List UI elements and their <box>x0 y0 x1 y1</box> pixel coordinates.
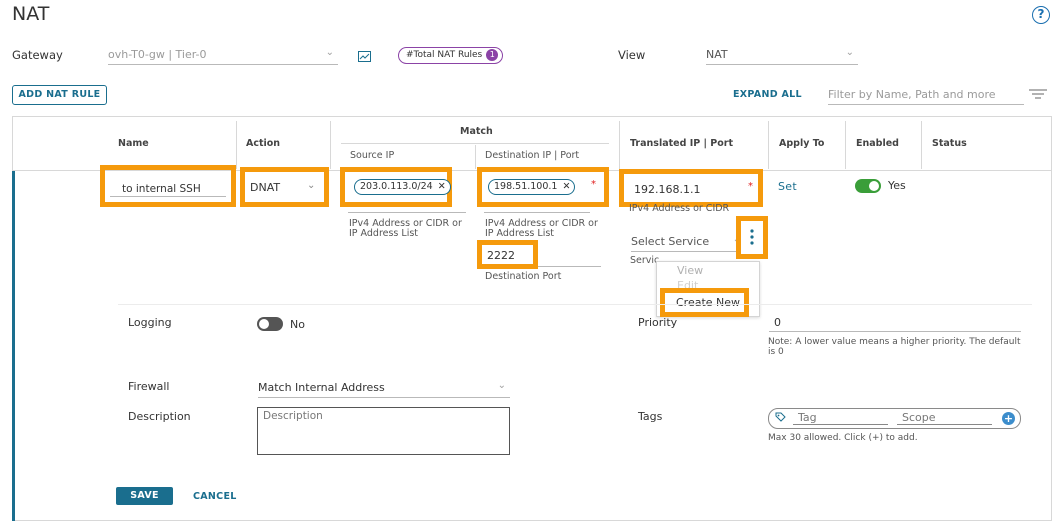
filter-input[interactable]: Filter by Name, Path and more <box>828 88 1024 105</box>
destination-hint: IPv4 Address or CIDR or IP Address List <box>485 218 598 239</box>
column-header-destination: Destination IP | Port <box>485 150 580 161</box>
source-underline <box>348 212 466 213</box>
page-title: NAT <box>12 3 50 25</box>
menu-item-create-new[interactable]: Create New <box>665 293 744 312</box>
action-select[interactable]: DNAT ⌄ <box>245 172 324 202</box>
source-ip-chip[interactable]: 203.0.113.0/24 ✕ <box>354 179 451 195</box>
expanded-row-indicator <box>12 171 15 521</box>
description-label: Description <box>128 410 191 423</box>
required-mark: * <box>591 179 596 190</box>
vertical-dots-icon <box>750 229 754 245</box>
close-icon[interactable]: ✕ <box>562 181 570 192</box>
total-nat-rules-badge[interactable]: #Total NAT Rules 1 <box>398 47 504 64</box>
firewall-label: Firewall <box>128 380 170 393</box>
details-divider <box>118 304 1032 305</box>
source-ip-value: 203.0.113.0/24 <box>360 181 433 192</box>
expand-all-button[interactable]: EXPAND ALL <box>733 89 802 100</box>
view-value: NAT <box>706 48 728 61</box>
filter-lines-icon[interactable] <box>1029 88 1047 100</box>
column-header-enabled: Enabled <box>856 138 899 149</box>
help-icon[interactable]: ? <box>1032 6 1050 24</box>
column-header-match: Match <box>460 126 493 137</box>
translated-hint: IPv4 Address or CIDR <box>629 203 730 214</box>
view-select[interactable]: NAT ⌄ <box>706 47 858 65</box>
description-textarea[interactable]: Description <box>257 407 510 455</box>
service-label: Servic <box>630 255 660 266</box>
firewall-select[interactable]: Match Internal Address ⌄ <box>258 380 510 398</box>
source-ip-input[interactable]: 203.0.113.0/24 ✕ <box>345 172 451 202</box>
chevron-down-icon: ⌄ <box>845 47 854 58</box>
service-select[interactable]: Select Service ⌄ <box>631 234 741 252</box>
priority-input[interactable]: 0 <box>769 316 1021 332</box>
column-header-source-ip: Source IP <box>350 150 395 161</box>
destination-underline <box>484 212 590 213</box>
column-header-status: Status <box>932 138 967 149</box>
column-header-apply-to: Apply To <box>779 138 825 149</box>
chevron-down-icon: ⌄ <box>497 380 506 391</box>
tags-note: Max 30 allowed. Click (+) to add. <box>768 433 918 443</box>
source-hint: IPv4 Address or CIDR or IP Address List <box>349 218 462 239</box>
gateway-value: ovh-T0-gw | Tier-0 <box>108 48 207 61</box>
destination-ip-input[interactable]: 198.51.100.1 ✕ * <box>482 172 604 202</box>
logging-toggle[interactable] <box>257 317 283 331</box>
logging-value: No <box>290 318 305 331</box>
column-divider <box>236 121 237 169</box>
firewall-value: Match Internal Address <box>258 381 385 394</box>
destination-port-label: Destination Port <box>485 271 562 282</box>
scope-input[interactable]: Scope <box>897 411 992 425</box>
close-icon[interactable]: ✕ <box>438 181 446 192</box>
column-divider <box>475 145 476 169</box>
chart-icon[interactable] <box>358 51 371 62</box>
column-divider <box>619 121 620 169</box>
action-value: DNAT <box>250 181 281 194</box>
enabled-toggle[interactable] <box>855 179 881 193</box>
service-value: Select Service <box>631 235 710 248</box>
destination-ip-chip[interactable]: 198.51.100.1 ✕ <box>488 179 576 195</box>
total-rules-label: #Total NAT Rules <box>406 50 483 60</box>
tags-label: Tags <box>638 410 663 423</box>
add-tag-icon[interactable]: + <box>1002 412 1015 425</box>
required-mark: * <box>748 181 753 192</box>
more-options-button[interactable] <box>741 221 763 254</box>
column-header-action: Action <box>246 138 281 149</box>
rule-name-input[interactable]: to internal SSH <box>110 175 226 197</box>
destination-port-input[interactable]: 2222 <box>482 245 533 264</box>
gateway-select[interactable]: ovh-T0-gw | Tier-0 ⌄ <box>108 47 338 65</box>
chevron-down-icon: ⌄ <box>307 180 316 191</box>
tag-icon <box>775 412 786 426</box>
chevron-down-icon: ⌄ <box>325 47 334 58</box>
add-nat-rule-button[interactable]: ADD NAT RULE <box>12 85 107 105</box>
priority-note: Note: A lower value means a higher prior… <box>768 337 1021 357</box>
translated-ip-input[interactable]: 192.168.1.1 * <box>624 174 758 202</box>
tags-input[interactable]: Tag Scope + <box>768 408 1021 429</box>
column-divider <box>768 121 769 169</box>
menu-item-view[interactable]: View <box>677 264 703 277</box>
total-rules-count: 1 <box>486 49 499 61</box>
view-label: View <box>618 48 646 62</box>
gateway-label: Gateway <box>12 48 63 62</box>
priority-label: Priority <box>638 316 678 329</box>
column-divider <box>330 121 331 169</box>
logging-label: Logging <box>128 316 172 329</box>
column-divider <box>845 121 846 169</box>
column-header-translated: Translated IP | Port <box>630 138 734 149</box>
translated-ip-value: 192.168.1.1 <box>634 183 701 196</box>
enabled-label: Yes <box>888 179 906 192</box>
tag-input[interactable]: Tag <box>793 411 888 425</box>
column-header-name: Name <box>118 138 149 149</box>
port-underline <box>538 266 601 267</box>
cancel-button[interactable]: CANCEL <box>193 491 237 502</box>
column-divider <box>921 121 922 169</box>
save-button[interactable]: SAVE <box>116 487 173 505</box>
apply-to-set-link[interactable]: Set <box>778 180 797 193</box>
destination-ip-value: 198.51.100.1 <box>494 181 558 192</box>
match-divider <box>341 143 609 144</box>
